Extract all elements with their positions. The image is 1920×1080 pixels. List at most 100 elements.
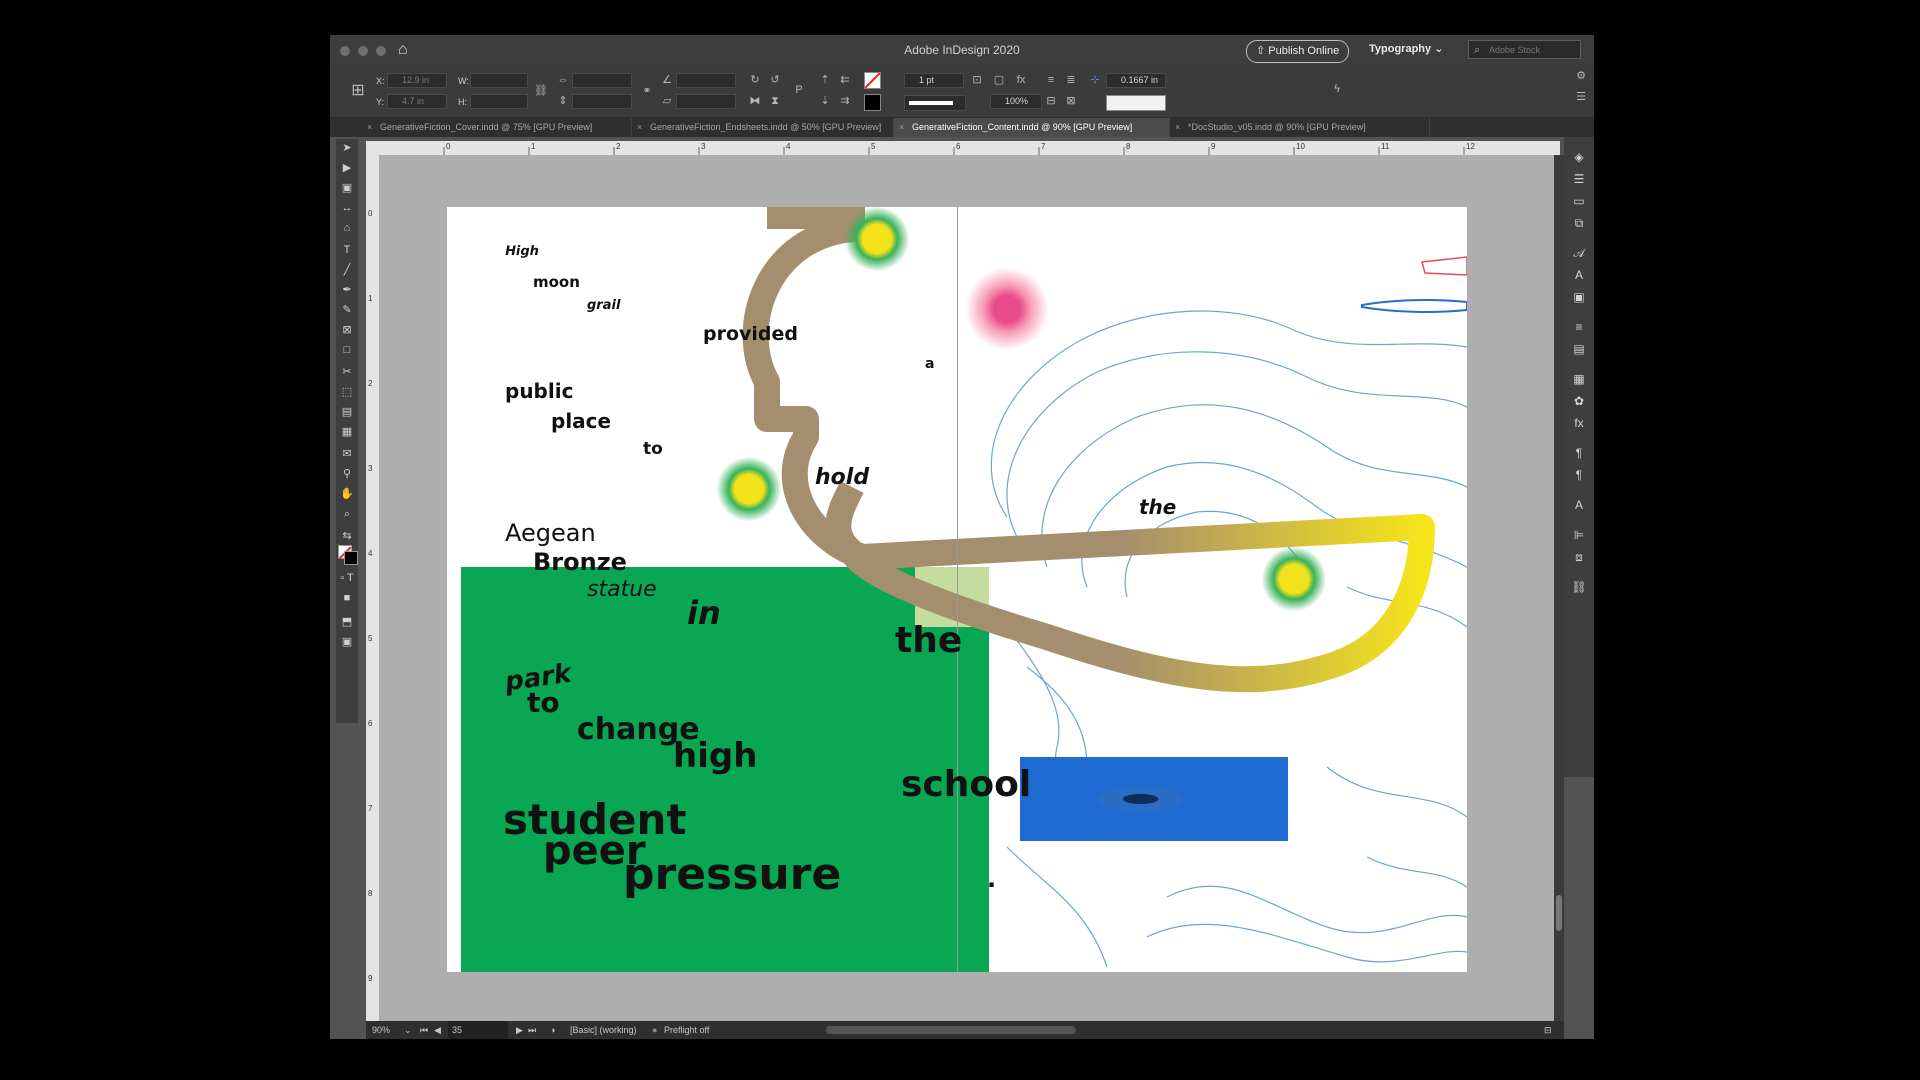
close-icon[interactable]: ×	[1175, 118, 1180, 137]
layers-icon[interactable]: ☰	[1564, 169, 1594, 189]
glyphs-icon[interactable]: ▣	[1564, 287, 1594, 307]
word[interactable]: hold	[815, 467, 869, 489]
swap-fill-stroke-icon[interactable]: ⇆	[336, 527, 358, 545]
panel-menu-icon[interactable]: ☰	[1574, 90, 1588, 104]
word[interactable]: statue	[587, 579, 657, 601]
workspace-switcher[interactable]: Typography ⌄	[1369, 42, 1443, 55]
flip-v-icon[interactable]: ⧗	[768, 94, 782, 108]
effects-icon[interactable]: fx	[1564, 413, 1594, 433]
auto-fit-icon[interactable]: ⊹	[1088, 73, 1102, 87]
align-icon[interactable]: ⊫	[1564, 525, 1594, 545]
content-collector-icon[interactable]: ⌂	[336, 219, 358, 237]
shear-field[interactable]	[676, 94, 736, 109]
document-spread[interactable]: High moon grail provided a public place …	[447, 207, 1467, 972]
free-transform-tool-icon[interactable]: ⬚	[336, 383, 358, 401]
previous-page-icon[interactable]: ◀	[434, 1021, 441, 1039]
scissors-tool-icon[interactable]: ✂	[336, 363, 358, 381]
align-center-icon[interactable]: ≣	[1064, 73, 1078, 87]
link-icon[interactable]: ⚭	[640, 84, 654, 98]
pages-icon[interactable]: ◈	[1564, 147, 1594, 167]
word[interactable]: a	[925, 357, 934, 371]
screen-mode-icon[interactable]: ⬒	[336, 613, 358, 631]
selection-tool-icon[interactable]: ➤	[336, 139, 358, 157]
pencil-tool-icon[interactable]: ✎	[336, 301, 358, 319]
gap-tool-icon[interactable]: ↔	[336, 199, 358, 217]
text-wrap-icon[interactable]: ▦	[1564, 369, 1594, 389]
yellow-glow-right[interactable]	[1262, 547, 1326, 611]
zoom-level[interactable]: 90%	[372, 1021, 390, 1039]
last-page-icon[interactable]: ⏭	[528, 1021, 536, 1039]
fill-swatch[interactable]	[864, 72, 881, 89]
word[interactable]: in	[687, 597, 721, 629]
fx-icon[interactable]: fx	[1014, 73, 1028, 87]
stroke-icon[interactable]: ≡	[1564, 317, 1594, 337]
text-wrap-icon[interactable]: ⊟	[1044, 94, 1058, 108]
select-content-icon[interactable]: ⇣	[818, 94, 832, 108]
word[interactable]: High	[504, 244, 541, 259]
word[interactable]: place	[551, 411, 611, 431]
page-number-field[interactable]: 35	[448, 1021, 508, 1039]
close-icon[interactable]: ×	[367, 118, 372, 137]
swatches-icon[interactable]: ▤	[1564, 339, 1594, 359]
color-icon[interactable]: ✿	[1564, 391, 1594, 411]
close-icon[interactable]: ×	[899, 118, 904, 137]
w-field[interactable]	[470, 73, 528, 88]
lightning-icon[interactable]: ϟ	[1330, 82, 1344, 96]
rotate-ccw-icon[interactable]: ↺	[768, 73, 782, 87]
page-tool-icon[interactable]: ▣	[336, 179, 358, 197]
adobe-stock-search[interactable]: ⌕ Adobe Stock	[1468, 40, 1581, 59]
tab-endsheets[interactable]: × GenerativeFiction_Endsheets.indd @ 50% …	[632, 118, 894, 137]
gradient-swatch-tool-icon[interactable]: ▤	[336, 403, 358, 421]
distribute-icon[interactable]: ⊠	[1064, 94, 1078, 108]
select-next-icon[interactable]: ⇉	[838, 94, 852, 108]
opacity-field[interactable]: 100%	[990, 94, 1042, 109]
pen-tool-icon[interactable]: ✒	[336, 281, 358, 299]
word[interactable]: grail	[587, 299, 620, 312]
preview-mode-icon[interactable]: ▣	[336, 633, 358, 651]
cc-libraries-icon[interactable]: ⧉	[1564, 213, 1594, 233]
character-styles-icon[interactable]: 𝒜	[1564, 243, 1594, 263]
spacing-field[interactable]: 0.1667 in	[1106, 73, 1166, 88]
formatting-affects-container-icon[interactable]: ▫ T	[336, 569, 358, 587]
first-page-icon[interactable]: ⏮	[420, 1021, 428, 1039]
gradient-feather-tool-icon[interactable]: ▦	[336, 423, 358, 441]
fill-preview[interactable]	[1106, 95, 1166, 111]
eye-image[interactable]	[1020, 757, 1288, 841]
pathfinder-icon[interactable]: ⧈	[1564, 547, 1594, 567]
word[interactable]: .	[987, 867, 996, 891]
y-field[interactable]: 4.7 in	[387, 94, 447, 109]
yellow-glow-top[interactable]	[845, 207, 909, 271]
zoom-tool-icon[interactable]: ⌕	[336, 505, 358, 523]
word[interactable]: to	[643, 441, 663, 458]
word[interactable]: the	[895, 623, 962, 659]
word[interactable]: to	[527, 689, 560, 717]
preflight-status[interactable]: Preflight off	[664, 1021, 709, 1039]
gear-icon[interactable]: ⚙	[1574, 69, 1588, 83]
paragraph-icon[interactable]: ¶	[1564, 443, 1594, 463]
character-icon[interactable]: A	[1564, 265, 1594, 285]
align-left-icon[interactable]: ≡	[1044, 73, 1058, 87]
select-previous-icon[interactable]: ⇇	[838, 73, 852, 87]
open-doc-icon[interactable]: ◑	[550, 1021, 555, 1039]
yellow-glow-middle[interactable]	[717, 457, 781, 521]
character-styles-panel-icon[interactable]: A	[1564, 495, 1594, 515]
corner-options-icon[interactable]: ▢	[992, 73, 1006, 87]
stroke-box[interactable]	[344, 551, 358, 565]
h-field[interactable]	[470, 94, 528, 109]
scale-y-field[interactable]	[572, 94, 632, 109]
close-icon[interactable]: ×	[637, 118, 642, 137]
reference-point-icon[interactable]: ⊞	[348, 83, 368, 99]
next-page-icon[interactable]: ▶	[516, 1021, 523, 1039]
pink-glow[interactable]	[965, 267, 1049, 351]
vertical-scrollbar[interactable]	[1554, 155, 1564, 1021]
rectangle-frame-tool-icon[interactable]: ⊠	[336, 321, 358, 339]
tab-content[interactable]: × GenerativeFiction_Content.indd @ 90% [G…	[894, 118, 1170, 137]
direct-selection-tool-icon[interactable]: ▶	[336, 159, 358, 177]
tab-docstudio[interactable]: × *DocStudio_v05.indd @ 90% [GPU Preview]	[1170, 118, 1430, 137]
hand-tool-icon[interactable]: ✋	[336, 485, 358, 503]
note-tool-icon[interactable]: ✉	[336, 445, 358, 463]
chevron-down-icon[interactable]: ⌄	[404, 1021, 412, 1039]
flip-h-icon[interactable]: ⧓	[748, 94, 762, 108]
x-field[interactable]: 12.9 in	[387, 73, 447, 88]
rotate-cw-icon[interactable]: ↻	[748, 73, 762, 87]
